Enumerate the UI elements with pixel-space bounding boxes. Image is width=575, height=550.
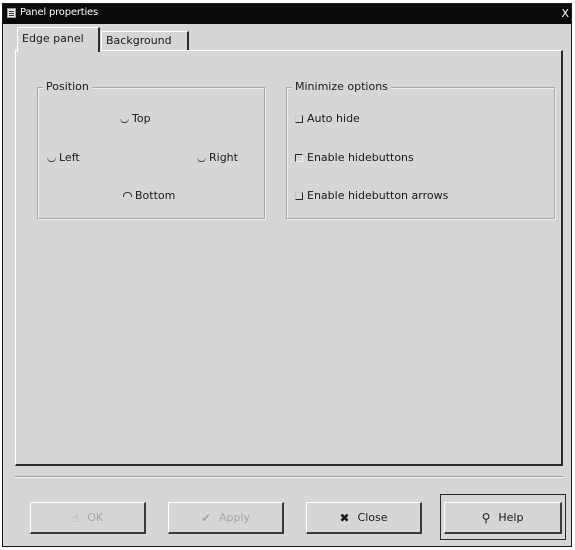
ok-button-label: OK (87, 511, 104, 524)
checkbox-enable-hidebuttons-label: Enable hidebuttons (307, 151, 414, 164)
close-button-label: Close (357, 511, 388, 524)
radio-indicator[interactable] (123, 191, 132, 200)
radio-indicator[interactable] (47, 154, 56, 162)
checkbox-auto-hide[interactable]: Auto hide (295, 112, 360, 125)
radio-right[interactable]: Right (197, 151, 238, 164)
radio-top-label: Top (132, 112, 151, 125)
tab-background[interactable]: Background (101, 31, 189, 50)
checkmark-icon: ✔ (200, 510, 211, 525)
close-x-icon: ✖ (339, 510, 350, 525)
apply-button-label: Apply (219, 511, 251, 524)
radio-left-label: Left (59, 151, 80, 164)
panel-properties-window: Panel properties X Edge panel Background… (2, 3, 572, 547)
checkbox-enable-hidebutton-arrows[interactable]: Enable hidebutton arrows (295, 189, 448, 202)
radio-top[interactable]: Top (120, 112, 151, 125)
checkbox-auto-hide-label: Auto hide (307, 112, 360, 125)
radio-indicator[interactable] (197, 154, 206, 162)
radio-bottom[interactable]: Bottom (123, 189, 175, 202)
checkbox-enable-hidebutton-arrows-label: Enable hidebutton arrows (307, 189, 449, 202)
button-separator (15, 476, 563, 478)
close-button[interactable]: ✖ Close (306, 502, 422, 534)
window-menu-icon[interactable] (7, 8, 16, 18)
minimize-options-frame: Minimize options Auto hide Enable hidebu… (286, 80, 555, 219)
lightbulb-icon: ⚲ (481, 510, 491, 525)
window-close-icon[interactable]: X (561, 7, 569, 20)
tab-edge-panel[interactable]: Edge panel (17, 27, 100, 52)
window-title: Panel properties (20, 7, 98, 18)
checkbox-indicator[interactable] (295, 114, 303, 123)
position-frame-title: Position (43, 80, 92, 93)
help-button-label: Help (498, 511, 524, 524)
radio-bottom-label: Bottom (135, 189, 176, 202)
radio-left[interactable]: Left (47, 151, 80, 164)
checkbox-indicator[interactable] (295, 153, 303, 162)
position-frame: Position Top Left Right Bottom (37, 80, 265, 219)
checkbox-enable-hidebuttons[interactable]: Enable hidebuttons (295, 151, 414, 164)
ok-hand-icon: ☝ (71, 510, 80, 525)
tab-content-edge-panel: Position Top Left Right Bottom Minimize … (15, 50, 563, 466)
radio-indicator[interactable] (120, 115, 129, 123)
title-bar[interactable]: Panel properties X (3, 4, 571, 24)
ok-button[interactable]: ☝ OK (30, 502, 146, 534)
help-button[interactable]: ⚲ Help (444, 502, 562, 534)
apply-button[interactable]: ✔ Apply (168, 502, 284, 534)
radio-right-label: Right (209, 151, 238, 164)
checkbox-indicator[interactable] (295, 191, 303, 200)
minimize-frame-title: Minimize options (292, 80, 391, 93)
